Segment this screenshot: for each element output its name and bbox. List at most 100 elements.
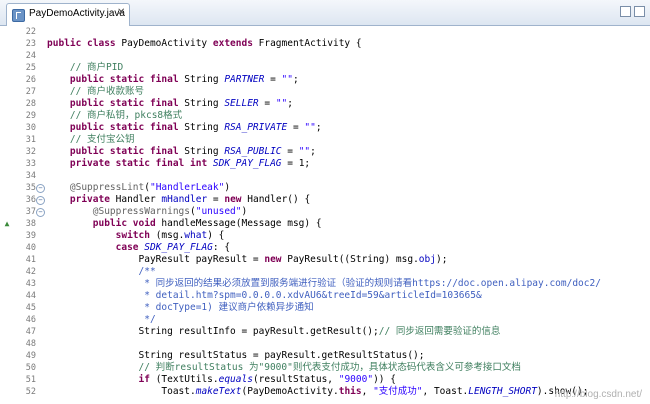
code-token: )) { — [373, 374, 396, 385]
line-number: 23 — [25, 39, 36, 49]
line-number: 39 — [25, 231, 36, 241]
code-token: String resultStatus = payResult.getResul… — [47, 350, 425, 361]
code-token: // 商户PID — [69, 62, 124, 73]
code-text: @SuppressLint("HandlerLeak") — [47, 182, 230, 194]
code-token: ) — [224, 182, 231, 193]
code-token: "" — [275, 98, 288, 109]
code-line: 49 String resultStatus = payResult.getRe… — [0, 350, 650, 362]
code-token: "" — [298, 146, 311, 157]
code-text: private Handler mHandler = new Handler()… — [47, 194, 310, 206]
line-number: 47 — [25, 327, 36, 337]
close-icon[interactable]: ✕ — [117, 7, 125, 18]
fold-toggle-icon[interactable]: − — [36, 184, 45, 193]
line-number: 41 — [25, 255, 36, 265]
code-line: 48 — [0, 338, 650, 350]
code-line: 37− @SuppressWarnings("unused") — [0, 206, 650, 218]
minimize-icon[interactable] — [620, 6, 631, 17]
code-token: (TextUtils. — [155, 374, 219, 385]
line-number: 28 — [25, 99, 36, 109]
code-token: switch — [115, 230, 156, 241]
code-token: FragmentActivity { — [258, 38, 362, 49]
code-token: public static final — [69, 74, 185, 85]
line-number: 52 — [25, 387, 36, 397]
maximize-icon[interactable] — [634, 6, 645, 17]
code-token: ; — [293, 74, 299, 85]
code-token: ); — [435, 254, 448, 265]
code-token: /** — [138, 266, 156, 277]
code-token: (PayDemoActivity. — [241, 386, 339, 397]
code-token: String resultInfo = payResult.getResult(… — [47, 326, 379, 337]
code-line: 24 — [0, 50, 650, 62]
editor-tab-paydemoactivity[interactable]: PayDemoActivity.java ✕ — [6, 3, 130, 26]
code-token: * 同步返回的结果必须放置到服务端进行验证（验证的规则请看https://doc… — [144, 278, 601, 289]
code-text: // 判断resultStatus 为"9000"则代表支付成功，具体状态码代表… — [47, 362, 521, 374]
code-token: SDK_PAY_FLAG — [212, 158, 282, 169]
code-token: : { — [212, 242, 231, 253]
code-text: public void handleMessage(Message msg) { — [47, 218, 322, 230]
line-number: 32 — [25, 147, 36, 157]
override-marker-icon: ▲ — [4, 219, 10, 228]
fold-toggle-icon[interactable]: − — [36, 208, 45, 217]
code-token: // 商户私钥，pkcs8格式 — [69, 110, 183, 121]
code-token: extends — [212, 38, 259, 49]
code-token: "支付成功" — [373, 386, 423, 397]
line-number: 22 — [25, 27, 36, 37]
line-number: 49 — [25, 351, 36, 361]
code-text: // 商户收款账号 — [47, 86, 144, 98]
code-token: // 判断resultStatus 为"9000"则代表支付成功，具体状态码代表… — [138, 362, 521, 373]
code-text: // 支付宝公钥 — [47, 134, 135, 146]
code-token: String — [184, 74, 225, 85]
code-line: 51 if (TextUtils.equals(resultStatus, "9… — [0, 374, 650, 386]
line-number: 46 — [25, 315, 36, 325]
fold-toggle-icon[interactable]: − — [36, 196, 45, 205]
code-token: new — [264, 254, 288, 265]
code-token: ) — [241, 206, 248, 217]
code-token: Handler() { — [247, 194, 311, 205]
code-token: SELLER — [224, 98, 259, 109]
code-line: 23 public class PayDemoActivity extends F… — [0, 38, 650, 50]
code-text: PayResult payResult = new PayResult((Str… — [47, 254, 448, 266]
code-token: RSA_PRIVATE — [224, 122, 288, 133]
line-number: 45 — [25, 303, 36, 313]
code-token: handleMessage(Message msg) { — [161, 218, 322, 229]
code-token: String — [184, 146, 225, 157]
code-text: // 商户私钥，pkcs8格式 — [47, 110, 182, 122]
code-line: ▲ 38 public void handleMessage(Message ms… — [0, 218, 650, 230]
code-line: 32 public static final String RSA_PUBLIC… — [0, 146, 650, 158]
code-line: 40 case SDK_PAY_FLAG: { — [0, 242, 650, 254]
code-token: * docType=1) 建议商户依赖异步通知 — [144, 302, 314, 313]
line-number: 33 — [25, 159, 36, 169]
line-number: 27 — [25, 87, 36, 97]
line-number: 43 — [25, 279, 36, 289]
code-token: "" — [304, 122, 316, 133]
code-token: "HandlerLeak" — [149, 182, 225, 193]
code-line: 28 public static final String SELLER = "… — [0, 98, 650, 110]
code-editor[interactable]: 22 23 public class PayDemoActivity extends… — [0, 26, 650, 404]
code-text: switch (msg.what) { — [47, 230, 225, 242]
code-token: "9000" — [338, 374, 374, 385]
code-line: 36− private Handler mHandler = new Handl… — [0, 194, 650, 206]
line-number: 25 — [25, 63, 36, 73]
code-token: // 支付宝公钥 — [69, 134, 135, 145]
code-token: ; — [287, 98, 294, 109]
code-token: PayResult payResult = — [47, 254, 265, 265]
code-line: 27 // 商户收款账号 — [0, 86, 650, 98]
code-token: ; — [310, 146, 316, 157]
code-line: 26 public static final String PARTNER = … — [0, 74, 650, 86]
code-token: if — [138, 374, 156, 385]
code-token: equals — [218, 374, 253, 385]
code-token: Handler — [115, 194, 162, 205]
line-number: 51 — [25, 375, 36, 385]
code-token: // 商户收款账号 — [69, 86, 145, 97]
code-line: 45 * docType=1) 建议商户依赖异步通知 — [0, 302, 650, 314]
code-text: * detail.htm?spm=0.0.0.0.xdvAU6&treeId=5… — [47, 290, 481, 302]
code-token: ) { — [207, 230, 225, 241]
